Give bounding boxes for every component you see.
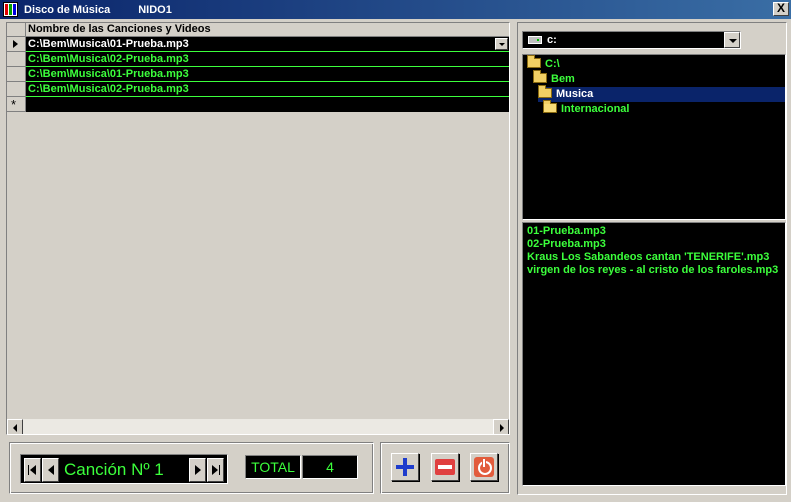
row-selector[interactable] — [7, 52, 26, 67]
new-row-asterisk-icon: * — [11, 97, 17, 112]
drive-select[interactable]: c: — [522, 31, 741, 49]
table-row[interactable]: C:\Bem\Musica\02-Prueba.mp3 — [7, 52, 509, 67]
cell-text: C:\Bem\Musica\01-Prueba.mp3 — [28, 38, 189, 50]
new-row[interactable]: * — [7, 97, 509, 112]
list-item[interactable]: 02-Prueba.mp3 — [527, 238, 606, 251]
scroll-right-button[interactable] — [493, 419, 509, 434]
song-grid[interactable]: Nombre de las Canciones y Videos C:\Bem\… — [6, 22, 510, 435]
row-selector[interactable] — [7, 67, 26, 82]
list-item[interactable]: virgen de los reyes - al cristo de los f… — [527, 264, 778, 277]
drive-dropdown-button[interactable] — [724, 32, 740, 48]
table-row[interactable]: C:\Bem\Musica\01-Prueba.mp3 — [7, 67, 509, 82]
song-navigator: Canción Nº 1 — [20, 454, 228, 484]
list-item[interactable]: 01-Prueba.mp3 — [527, 225, 606, 238]
first-record-button[interactable] — [24, 458, 41, 482]
close-button[interactable]: X — [773, 2, 789, 16]
current-row-arrow-icon — [13, 40, 18, 48]
directory-list[interactable]: C:\ Bem Musica Internacional — [522, 54, 786, 220]
total-label: TOTAL — [245, 455, 301, 479]
row-selector[interactable]: * — [7, 97, 26, 112]
directory-item[interactable]: C:\ — [527, 55, 560, 72]
table-cell[interactable]: C:\Bem\Musica\02-Prueba.mp3 — [26, 52, 509, 67]
window-subtitle: NIDO1 — [138, 3, 172, 16]
scroll-left-button[interactable] — [7, 419, 23, 434]
add-song-button[interactable] — [391, 453, 419, 481]
total-value: 4 — [302, 455, 358, 479]
power-button[interactable] — [470, 453, 498, 481]
table-row[interactable]: C:\Bem\Musica\02-Prueba.mp3 — [7, 82, 509, 97]
directory-label: Musica — [556, 88, 594, 100]
folder-open-icon — [533, 70, 547, 83]
column-header-songs[interactable]: Nombre de las Canciones y Videos — [26, 23, 509, 37]
minus-icon — [435, 459, 455, 475]
title-bar: Disco de Música NIDO1 X — [0, 0, 791, 19]
directory-item-selected[interactable]: Musica — [538, 85, 785, 102]
app-icon — [3, 2, 18, 17]
plus-icon — [395, 457, 415, 477]
cell-dropdown-button[interactable] — [495, 38, 508, 50]
last-record-button[interactable] — [207, 458, 224, 482]
table-cell[interactable]: C:\Bem\Musica\02-Prueba.mp3 — [26, 82, 509, 97]
current-song-label: Canción Nº 1 — [64, 460, 164, 479]
horizontal-scrollbar[interactable] — [7, 418, 509, 434]
directory-label: C:\ — [545, 58, 560, 70]
folder-open-icon — [538, 85, 552, 98]
previous-record-button[interactable] — [42, 458, 59, 482]
directory-item[interactable]: Internacional — [543, 100, 630, 117]
folder-closed-icon — [543, 100, 557, 113]
file-list[interactable]: 01-Prueba.mp3 02-Prueba.mp3 Kraus Los Sa… — [522, 222, 786, 486]
row-selector[interactable] — [7, 82, 26, 97]
remove-song-button[interactable] — [431, 453, 459, 481]
table-cell[interactable]: C:\Bem\Musica\01-Prueba.mp3 — [26, 37, 509, 52]
folder-open-icon — [527, 55, 541, 68]
next-record-button[interactable] — [189, 458, 206, 482]
list-item[interactable]: Kraus Los Sabandeos cantan 'TENERIFE'.mp… — [527, 251, 769, 264]
drive-icon — [528, 36, 542, 44]
directory-label: Internacional — [561, 103, 630, 115]
directory-label: Bem — [551, 73, 575, 85]
grid-header: Nombre de las Canciones y Videos — [7, 23, 509, 37]
table-row[interactable]: C:\Bem\Musica\01-Prueba.mp3 — [7, 37, 509, 52]
power-icon — [474, 457, 494, 477]
grid-corner — [7, 23, 26, 37]
row-selector[interactable] — [7, 37, 26, 52]
drive-value: c: — [547, 34, 557, 46]
table-cell-new[interactable] — [26, 97, 509, 112]
window-title: Disco de Música — [24, 3, 111, 16]
table-cell[interactable]: C:\Bem\Musica\01-Prueba.mp3 — [26, 67, 509, 82]
